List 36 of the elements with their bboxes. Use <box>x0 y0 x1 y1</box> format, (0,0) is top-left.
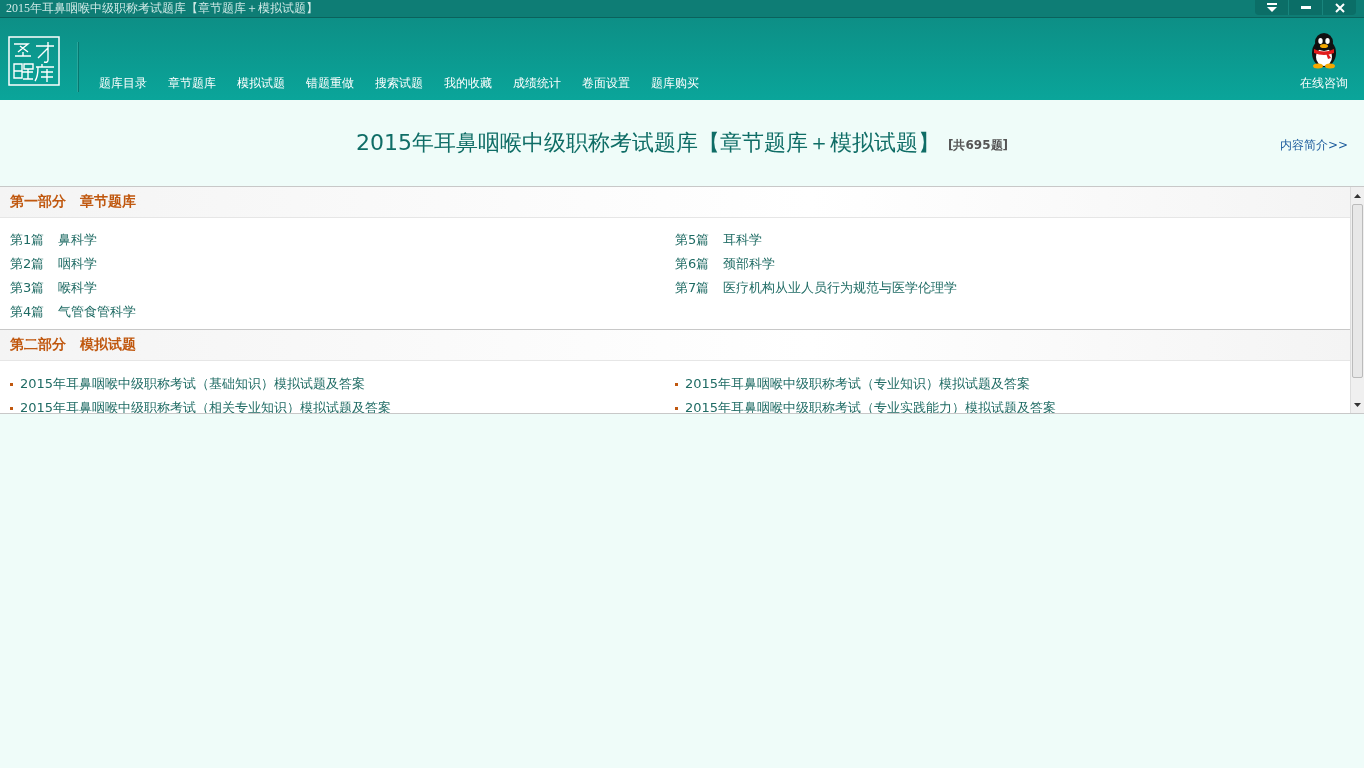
section-part: 第二部分 <box>10 336 66 354</box>
chapter-link[interactable]: 颈部科学 <box>723 255 775 273</box>
chapter-number[interactable]: 第4篇 <box>10 303 58 321</box>
scrollbar[interactable] <box>1350 187 1364 413</box>
chapter-number[interactable]: 第6篇 <box>675 255 723 273</box>
up-arrow-icon <box>1354 193 1361 198</box>
section-part: 第一部分 <box>10 193 66 211</box>
chapter-number[interactable]: 第3篇 <box>10 279 58 297</box>
chapter-number[interactable]: 第2篇 <box>10 255 58 273</box>
minimize-icon <box>1300 6 1311 9</box>
chapter-link[interactable]: 咽科学 <box>58 255 97 273</box>
chapter-link[interactable]: 耳科学 <box>723 231 762 249</box>
section-title: 模拟试题 <box>80 336 136 354</box>
bullet-icon <box>10 406 13 410</box>
window-title: 2015年耳鼻咽喉中级职称考试题库【章节题库＋模拟试题】 <box>5 0 318 17</box>
logo-icon <box>8 36 60 86</box>
page-title: 2015年耳鼻咽喉中级职称考试题库【章节题库＋模拟试题】 <box>356 129 940 157</box>
bullet-icon <box>675 382 678 386</box>
close-icon <box>1334 2 1345 13</box>
scrollbar-thumb[interactable] <box>1352 204 1363 378</box>
chapter-number[interactable]: 第5篇 <box>675 231 723 249</box>
chapter-link[interactable]: 医疗机构从业人员行为规范与医学伦理学 <box>723 279 957 297</box>
paper-link[interactable]: 2015年耳鼻咽喉中级职称考试（基础知识）模拟试题及答案 <box>20 375 366 393</box>
chapter-link[interactable]: 气管食管科学 <box>58 303 136 321</box>
bullet-icon <box>10 382 13 386</box>
down-arrow-icon <box>1354 402 1361 407</box>
chapter-link[interactable]: 喉科学 <box>58 279 97 297</box>
section-title: 章节题库 <box>80 193 136 211</box>
chapter-number[interactable]: 第1篇 <box>10 231 58 249</box>
chapter-number[interactable]: 第7篇 <box>675 279 723 297</box>
intro-link[interactable]: 内容简介>> <box>1279 137 1348 154</box>
chapter-link[interactable]: 鼻科学 <box>58 231 97 249</box>
bullet-icon <box>675 406 678 410</box>
question-count: [共695题] <box>948 136 1008 154</box>
paper-link[interactable]: 2015年耳鼻咽喉中级职称考试（专业知识）模拟试题及答案 <box>685 375 1031 393</box>
dropdown-icon <box>1266 2 1277 13</box>
